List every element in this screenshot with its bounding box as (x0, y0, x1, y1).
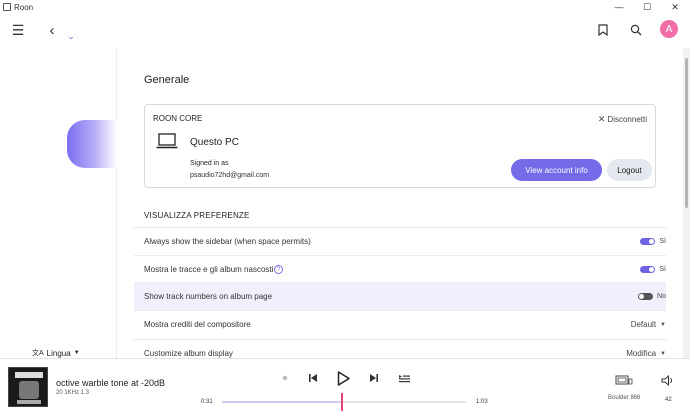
window-title: Roon (14, 2, 34, 12)
dropdown-value: Default (630, 320, 657, 329)
core-label: ROON CORE (153, 114, 203, 123)
pref-label: Customize album display (144, 349, 233, 358)
zone-device-icon[interactable] (614, 373, 634, 387)
chevron-down-icon: ▼ (73, 350, 80, 356)
disconnect-label: Disconnetti (607, 115, 647, 124)
caret-down-icon: ▼ (660, 321, 666, 328)
core-name: Questo PC (190, 137, 239, 148)
hamburger-menu-icon[interactable]: ☰ (7, 19, 29, 41)
signed-in-label: Signed in as (190, 160, 229, 167)
pref-row-album-display[interactable]: Customize album display Modifica ▼ (134, 339, 666, 358)
pref-row-sidebar[interactable]: Always show the sidebar (when space perm… (134, 227, 666, 255)
composer-dropdown[interactable]: Default ▼ (631, 320, 666, 329)
track-numbers-toggle[interactable] (638, 293, 654, 300)
close-icon: ✕ (597, 114, 606, 124)
pref-label: Mostra crediti del compositore (144, 320, 251, 329)
help-icon[interactable]: ? (274, 265, 283, 274)
volume-icon[interactable] (659, 373, 675, 387)
radio-dot-icon[interactable] (280, 373, 290, 383)
album-display-dropdown[interactable]: Modifica ▼ (626, 349, 666, 358)
laptop-icon (156, 133, 178, 149)
left-sidebar: 文A Lingua ▼ (0, 48, 117, 358)
pref-label: Show track numbers on album page (144, 292, 273, 301)
pref-row-track-numbers[interactable]: Show track numbers on album page No (134, 282, 666, 310)
page-title: Generale (144, 74, 190, 86)
toggle-value: Sì (659, 238, 666, 245)
pref-row-hidden[interactable]: Mostra le tracce e gli album nascosti ? … (134, 255, 666, 283)
pref-label: Mostra le tracce e gli album nascosti (144, 265, 274, 274)
preferences-heading: VISUALIZZA PREFERENZE (144, 211, 250, 220)
view-account-button[interactable]: View account info (511, 159, 602, 181)
language-icon: 文A (32, 350, 44, 357)
disconnect-button[interactable]: ✕ Disconnetti (598, 114, 647, 125)
minimize-button[interactable]: — (608, 0, 630, 14)
toggle-value: No (657, 293, 666, 300)
app-icon (3, 3, 11, 11)
logout-button[interactable]: Logout (607, 159, 652, 181)
queue-icon[interactable] (396, 370, 412, 386)
scrollbar[interactable] (683, 48, 690, 358)
bookmark-icon[interactable] (592, 19, 614, 41)
sidebar-decoration (67, 120, 117, 168)
maximize-button[interactable]: ☐ (636, 0, 658, 14)
close-window-button[interactable]: ✕ (664, 0, 686, 14)
caret-down-icon: ▼ (660, 350, 666, 357)
pref-row-composer[interactable]: Mostra crediti del compositore Default ▼ (134, 310, 666, 338)
hidden-toggle[interactable] (640, 266, 656, 273)
roon-core-card: ROON CORE ✕ Disconnetti Questo PC Signed… (144, 104, 656, 188)
language-selector[interactable]: 文A Lingua ▼ (32, 348, 80, 358)
settings-main: Generale ROON CORE ✕ Disconnetti Questo … (117, 48, 683, 358)
search-icon[interactable] (625, 19, 647, 41)
language-label: Lingua (46, 348, 71, 358)
next-track-icon[interactable] (366, 370, 382, 386)
dropdown-value: Modifica (626, 349, 657, 358)
avatar[interactable]: A (660, 20, 678, 38)
playhead[interactable] (340, 393, 343, 411)
zone-name[interactable]: Boulder 866 (608, 395, 640, 401)
seek-bar[interactable] (222, 393, 466, 411)
sidebar-toggle[interactable] (640, 238, 656, 245)
toggle-value: Sì (659, 266, 666, 273)
track-title[interactable]: octive warble tone at -20dB (56, 378, 165, 388)
toolbar: ☰ ‹ ⌄ A (0, 14, 690, 48)
pref-label: Always show the sidebar (when space perm… (144, 237, 311, 246)
chevron-down-icon[interactable]: ⌄ (60, 29, 82, 43)
album-cover[interactable] (8, 367, 48, 407)
play-icon[interactable] (334, 368, 352, 388)
total-time: 1:03 (476, 399, 488, 405)
previous-track-icon[interactable] (305, 370, 321, 386)
track-meta: 20 1KHz 1.3 (56, 390, 90, 396)
title-bar: Roon — ☐ ✕ (0, 0, 690, 14)
player-bar: octive warble tone at -20dB 20 1KHz 1.3 … (0, 358, 690, 414)
account-email: psaudio72hd@gmail.com (190, 172, 270, 179)
seek-fill (222, 401, 342, 403)
elapsed-time: 0:31 (201, 399, 213, 405)
volume-level: 42 (665, 397, 672, 403)
scrollbar-thumb[interactable] (685, 58, 688, 208)
